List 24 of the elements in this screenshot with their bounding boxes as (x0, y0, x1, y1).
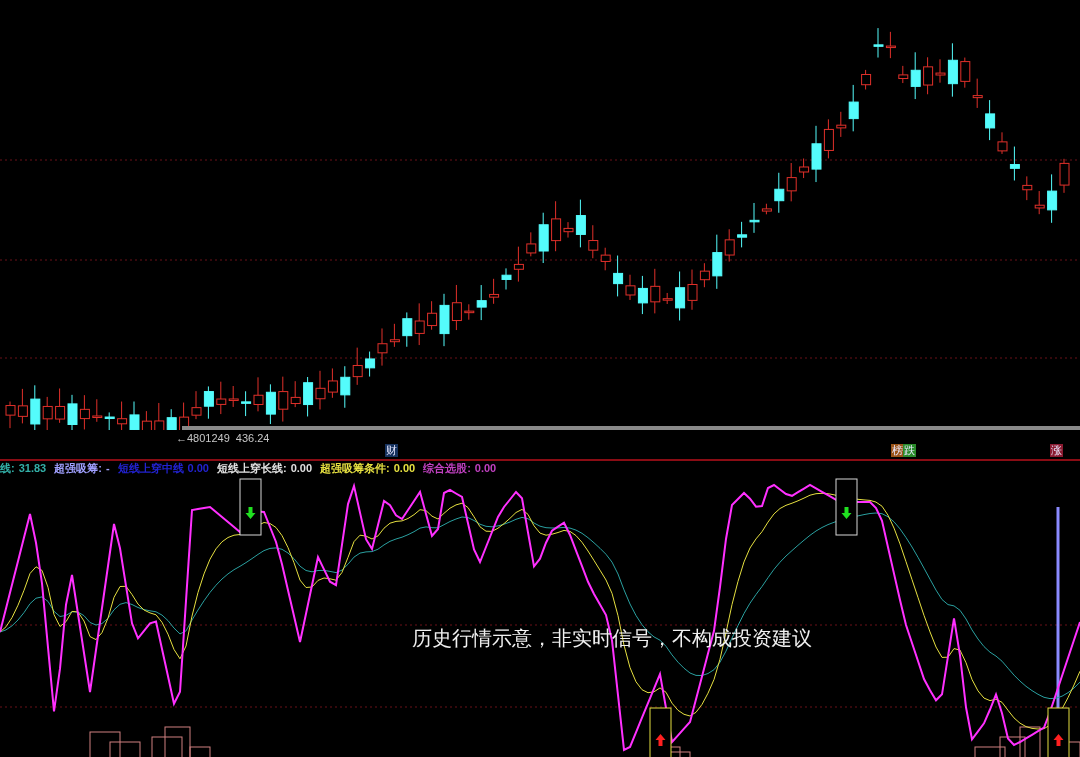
legend-value: 0.00 (187, 461, 209, 475)
legend-value: 0.00 (290, 461, 313, 475)
price-label: ←4801249 (176, 432, 230, 444)
legend-label: 超强吸筹: (54, 461, 102, 475)
legend-label: 综合选股: (423, 461, 471, 475)
legend-label: 短线上穿中线 (117, 461, 184, 475)
price-label: 436.24 (235, 432, 270, 444)
legend-label: 短线上穿长线: (216, 461, 287, 475)
legend-label: 线: (0, 461, 15, 475)
legend-value: - (105, 461, 110, 475)
down-arrow-icon (841, 507, 852, 519)
event-marker[interactable]: 财 (385, 444, 398, 457)
signal-box (239, 478, 262, 536)
scroll-bar[interactable] (182, 426, 1080, 430)
down-arrow-icon (245, 507, 256, 519)
event-marker[interactable]: 涨 (1050, 444, 1063, 457)
up-arrow-icon (655, 734, 666, 746)
legend-label: 超强吸筹条件: (320, 461, 390, 475)
event-marker[interactable]: 跌 (903, 444, 916, 457)
signal-box (835, 478, 858, 536)
legend-value: 0.00 (474, 461, 497, 475)
legend-value: 0.00 (393, 461, 416, 475)
up-arrow-icon (1053, 734, 1064, 746)
legend-value: 31.83 (18, 461, 47, 475)
